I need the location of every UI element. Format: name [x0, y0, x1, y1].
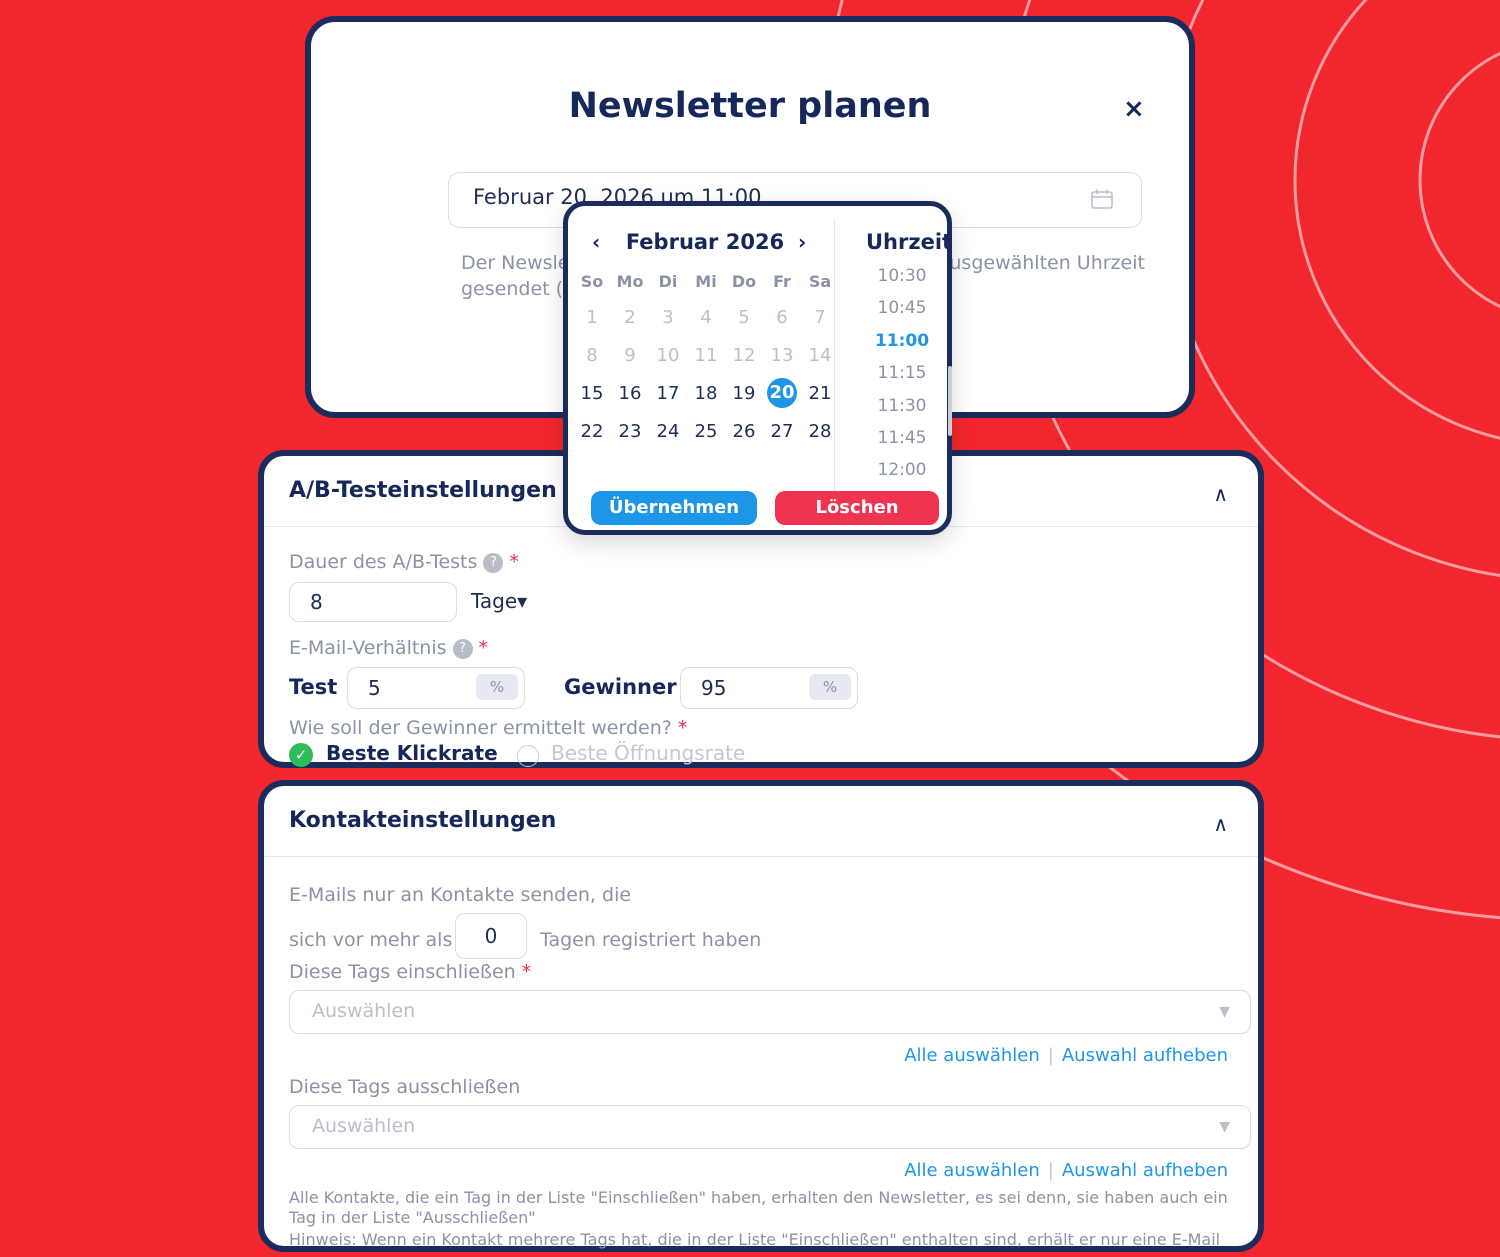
- week-row: 22 23 24 25 26 27 28: [573, 412, 839, 450]
- test-ratio-input[interactable]: 5 %: [347, 667, 525, 709]
- day-disabled: 10: [656, 344, 680, 366]
- option-best-openrate[interactable]: Beste Öffnungsrate: [551, 741, 745, 765]
- duration-input[interactable]: 8: [289, 582, 457, 622]
- calendar-grid: So Mo Di Mi Do Fr Sa 1 2 3 4 5 6 7 8 9 1…: [573, 264, 839, 450]
- collapse-icon[interactable]: ∧: [1213, 482, 1228, 506]
- day[interactable]: 16: [611, 383, 649, 404]
- calendar-icon[interactable]: [1091, 189, 1113, 209]
- weekday: Do: [731, 271, 757, 291]
- day-disabled: 2: [624, 306, 636, 328]
- deselect-link[interactable]: Auswahl aufheben: [1062, 1045, 1228, 1066]
- select-all-link[interactable]: Alle auswählen: [904, 1160, 1040, 1181]
- percent-suffix: %: [476, 674, 518, 700]
- time-option[interactable]: 11:15: [850, 357, 954, 389]
- collapse-icon[interactable]: ∧: [1213, 812, 1228, 836]
- tags-note: Alle Kontakte, die ein Tag in der Liste …: [289, 1188, 1228, 1227]
- registration-prefix: sich vor mehr als: [289, 929, 453, 951]
- winner-question: Wie soll der Gewinner ermittelt werden? *: [289, 717, 688, 739]
- time-option[interactable]: 10:30: [850, 260, 954, 292]
- day-disabled: 12: [732, 344, 756, 366]
- time-list: 10:30 10:45 11:00 11:15 11:30 11:45 12:0…: [850, 260, 954, 487]
- day-selected[interactable]: 20: [763, 378, 801, 408]
- day[interactable]: 25: [687, 421, 725, 442]
- day-disabled: 11: [694, 344, 718, 366]
- radio-unchecked-icon[interactable]: [517, 745, 539, 767]
- next-month-icon[interactable]: ›: [798, 230, 806, 254]
- chevron-down-icon: ▼: [1219, 1004, 1230, 1020]
- day[interactable]: 15: [573, 383, 611, 404]
- panel-title: Kontakteinstellungen: [289, 808, 557, 833]
- day-disabled: 4: [700, 306, 712, 328]
- chevron-down-icon: ▼: [1219, 1119, 1230, 1135]
- registration-days-input[interactable]: 0: [455, 913, 527, 959]
- day-disabled: 5: [738, 306, 750, 328]
- contact-settings-panel: Kontakteinstellungen ∧ E-Mails nur an Ko…: [258, 780, 1264, 1252]
- tags-hint: Hinweis: Wenn ein Kontakt mehrere Tags h…: [289, 1230, 1221, 1249]
- select-all-link[interactable]: Alle auswählen: [904, 1045, 1040, 1066]
- registration-suffix: Tagen registriert haben: [540, 929, 762, 951]
- apply-button[interactable]: Übernehmen: [591, 491, 757, 525]
- day[interactable]: 26: [725, 421, 763, 442]
- ratio-label: E-Mail-Verhältnis? *: [289, 637, 489, 659]
- help-icon[interactable]: ?: [452, 639, 473, 659]
- prev-month-icon[interactable]: ‹: [592, 230, 600, 254]
- time-option[interactable]: 10:45: [850, 292, 954, 324]
- weekday-row: So Mo Di Mi Do Fr Sa: [573, 264, 839, 298]
- day[interactable]: 23: [611, 421, 649, 442]
- help-icon[interactable]: ?: [483, 553, 504, 573]
- include-tags-select[interactable]: Auswählen ▼: [289, 990, 1251, 1034]
- weekday: So: [580, 271, 604, 291]
- weekday: Fr: [773, 271, 791, 291]
- modal-title: Newsletter planen: [568, 86, 932, 126]
- day[interactable]: 18: [687, 383, 725, 404]
- day-disabled: 8: [586, 344, 598, 366]
- picker-month: Februar 2026: [625, 230, 785, 254]
- week-row: 8 9 10 11 12 13 14: [573, 336, 839, 374]
- weekday: Mi: [695, 271, 717, 291]
- option-best-clickrate[interactable]: Beste Klickrate: [326, 741, 498, 765]
- week-row: 15 16 17 18 19 20 21: [573, 374, 839, 412]
- datetime-picker: ‹ Februar 2026 › So Mo Di Mi Do Fr Sa 1 …: [563, 201, 952, 535]
- select-placeholder: Auswählen: [312, 1115, 416, 1137]
- day-disabled: 1: [586, 306, 598, 328]
- include-tags-label: Diese Tags einschließen *: [289, 961, 532, 983]
- time-option-selected[interactable]: 11:00: [850, 325, 954, 357]
- winner-ratio-input[interactable]: 95 %: [680, 667, 858, 709]
- duration-unit-select[interactable]: Tage▾: [471, 589, 527, 613]
- percent-suffix: %: [809, 674, 851, 700]
- include-tags-links: Alle auswählen | Auswahl aufheben: [904, 1045, 1228, 1066]
- day-disabled: 13: [770, 344, 794, 366]
- select-placeholder: Auswählen: [312, 1000, 416, 1022]
- day[interactable]: 27: [763, 421, 801, 442]
- exclude-tags-label: Diese Tags ausschließen: [289, 1076, 521, 1098]
- time-option[interactable]: 12:00: [850, 454, 954, 486]
- radio-checked-icon[interactable]: ✓: [289, 743, 313, 767]
- winner-label: Gewinner: [564, 675, 677, 699]
- day[interactable]: 17: [649, 383, 687, 404]
- week-row: 1 2 3 4 5 6 7: [573, 298, 839, 336]
- panel-title: A/B-Testeinstellungen: [289, 478, 557, 503]
- close-icon[interactable]: ×: [1123, 94, 1145, 124]
- time-option[interactable]: 11:45: [850, 422, 954, 454]
- day-disabled: 6: [776, 306, 788, 328]
- clear-button[interactable]: Löschen: [775, 491, 939, 525]
- weekday: Di: [658, 271, 678, 291]
- day-disabled: 3: [662, 306, 674, 328]
- day[interactable]: 19: [725, 383, 763, 404]
- test-label: Test: [289, 675, 338, 699]
- picker-divider: [834, 220, 835, 492]
- day[interactable]: 24: [649, 421, 687, 442]
- deselect-link[interactable]: Auswahl aufheben: [1062, 1160, 1228, 1181]
- day-disabled: 9: [624, 344, 636, 366]
- day[interactable]: 22: [573, 421, 611, 442]
- weekday: Mo: [616, 271, 644, 291]
- send-only-label: E-Mails nur an Kontakte senden, die: [289, 884, 632, 906]
- duration-label: Dauer des A/B-Tests? *: [289, 551, 519, 573]
- exclude-tags-links: Alle auswählen | Auswahl aufheben: [904, 1160, 1228, 1181]
- exclude-tags-select[interactable]: Auswählen ▼: [289, 1105, 1251, 1149]
- time-title: Uhrzeit: [866, 230, 953, 254]
- time-scrollbar[interactable]: [948, 366, 952, 436]
- divider: [264, 856, 1258, 857]
- time-option[interactable]: 11:30: [850, 390, 954, 422]
